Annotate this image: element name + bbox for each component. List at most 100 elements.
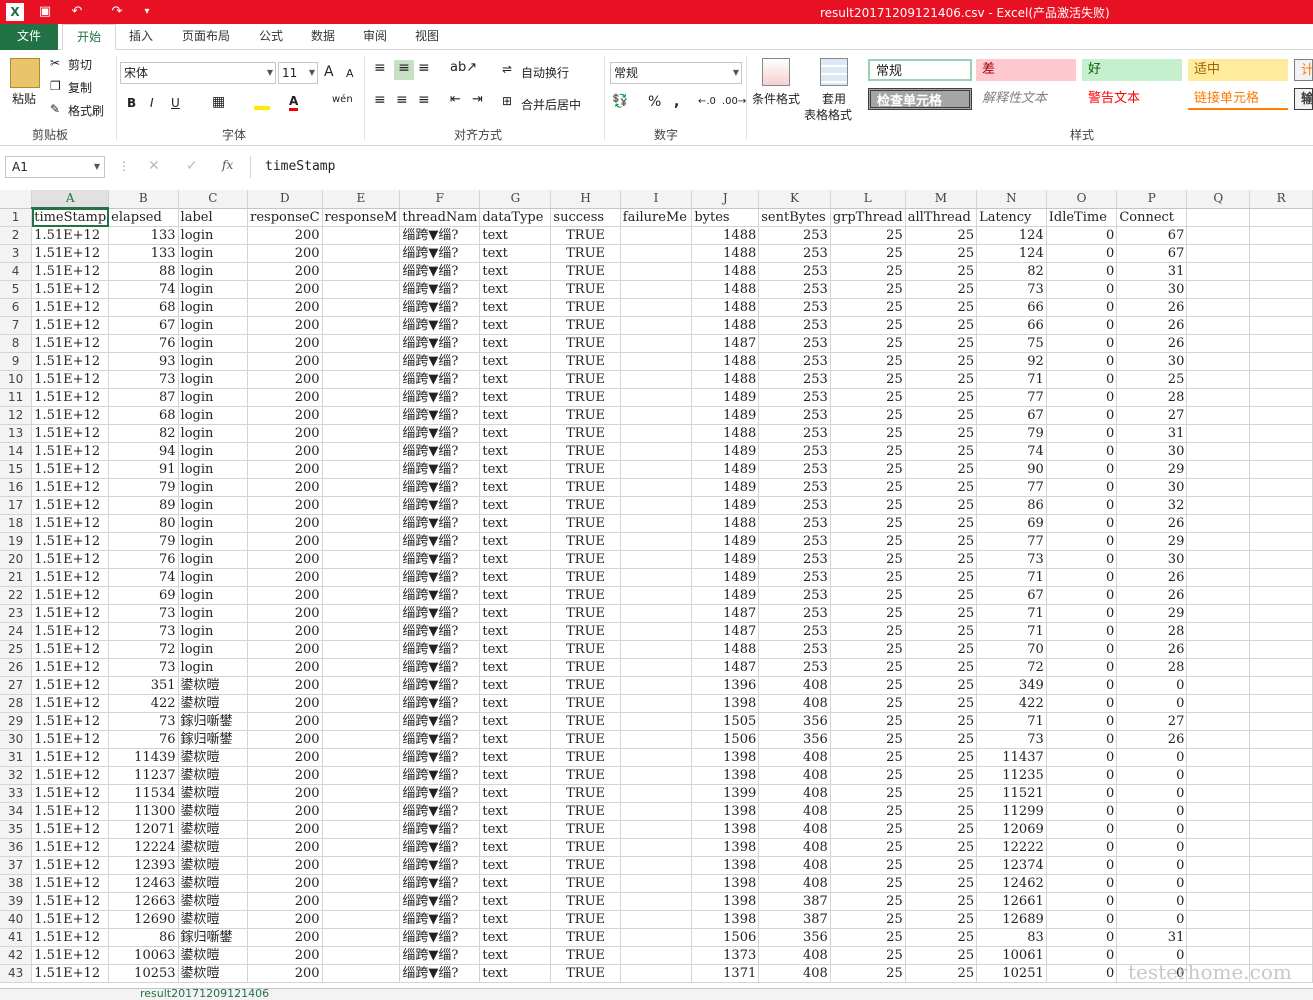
data-cell[interactable]: 253 [758,550,831,569]
row-header[interactable]: 38 [0,874,33,893]
data-cell[interactable]: 1.51E+12 [31,964,110,983]
header-cell[interactable]: dataType [479,208,552,227]
data-cell[interactable]: 73 [976,280,1047,299]
data-cell[interactable]: 1.51E+12 [31,262,110,281]
data-cell[interactable]: 253 [758,604,831,623]
data-cell[interactable]: login [178,406,249,425]
data-cell[interactable] [1186,316,1251,335]
data-cell[interactable]: 12663 [108,892,179,911]
data-cell[interactable]: 缁跨▼缁? [399,388,481,407]
data-cell[interactable]: 408 [758,946,831,965]
data-cell[interactable]: 66 [976,298,1047,317]
data-cell[interactable]: login [178,496,249,515]
data-cell[interactable]: 356 [758,730,831,749]
data-cell[interactable]: 12661 [976,892,1047,911]
data-cell[interactable]: 25 [905,964,978,983]
data-cell[interactable] [1249,928,1313,947]
data-cell[interactable]: 200 [247,298,323,317]
header-cell[interactable]: responseC [247,208,323,227]
data-cell[interactable]: 缁跨▼缁? [399,856,481,875]
data-cell[interactable] [620,406,693,425]
data-cell[interactable] [620,226,693,245]
data-cell[interactable]: 387 [758,910,831,929]
data-cell[interactable]: 200 [247,640,323,659]
data-cell[interactable]: TRUE [550,568,621,587]
data-cell[interactable]: 0 [1046,658,1118,677]
data-cell[interactable] [1186,334,1251,353]
cancel-icon[interactable]: ✕ [148,158,160,174]
data-cell[interactable]: text [479,694,552,713]
accounting-format-icon[interactable]: 💱 [612,94,628,109]
data-cell[interactable]: login [178,532,249,551]
data-cell[interactable]: 253 [758,568,831,587]
data-cell[interactable]: text [479,964,552,983]
data-cell[interactable] [322,838,401,857]
data-cell[interactable]: 12462 [976,874,1047,893]
header-cell[interactable]: Latency [976,208,1047,227]
data-cell[interactable]: 1371 [691,964,760,983]
data-cell[interactable] [1186,856,1251,875]
data-cell[interactable] [620,352,693,371]
header-cell[interactable]: responseM [322,208,401,227]
data-cell[interactable]: 0 [1046,784,1118,803]
row-header[interactable]: 20 [0,550,33,569]
data-cell[interactable]: 26 [1116,334,1188,353]
data-cell[interactable]: 67 [1116,244,1188,263]
data-cell[interactable]: text [479,946,552,965]
data-cell[interactable] [322,676,401,695]
data-cell[interactable]: text [479,478,552,497]
data-cell[interactable]: TRUE [550,442,621,461]
data-cell[interactable] [620,802,693,821]
format-as-table-icon[interactable] [820,58,848,86]
data-cell[interactable]: 74 [108,568,179,587]
data-cell[interactable] [1249,838,1313,857]
decrease-decimal-icon[interactable]: .00→ [722,96,746,107]
data-cell[interactable]: 253 [758,226,831,245]
data-cell[interactable]: 1.51E+12 [31,676,110,695]
data-cell[interactable] [322,478,401,497]
data-cell[interactable] [1186,262,1251,281]
data-cell[interactable]: text [479,280,552,299]
data-cell[interactable]: 200 [247,478,323,497]
data-cell[interactable] [1186,244,1251,263]
data-cell[interactable]: 1488 [691,352,760,371]
data-cell[interactable] [620,730,693,749]
data-cell[interactable] [1186,694,1251,713]
tab-data[interactable]: 数据 [300,24,346,50]
data-cell[interactable]: 0 [1046,532,1118,551]
data-cell[interactable]: 0 [1046,244,1118,263]
data-cell[interactable]: 1398 [691,910,760,929]
data-cell[interactable]: 253 [758,658,831,677]
data-cell[interactable]: text [479,550,552,569]
header-cell[interactable]: IdleTime [1046,208,1118,227]
data-cell[interactable]: 77 [976,388,1047,407]
data-cell[interactable]: 200 [247,424,323,443]
data-cell[interactable]: 200 [247,910,323,929]
column-header-r[interactable]: R [1249,190,1313,209]
data-cell[interactable]: text [479,730,552,749]
data-cell[interactable]: 10061 [976,946,1047,965]
data-cell[interactable]: text [479,244,552,263]
column-header-e[interactable]: E [322,190,401,209]
data-cell[interactable]: 408 [758,964,831,983]
data-cell[interactable]: 25 [830,748,906,767]
data-cell[interactable]: 0 [1046,406,1118,425]
data-cell[interactable]: 缁跨▼缁? [399,910,481,929]
data-cell[interactable]: 25 [830,334,906,353]
data-cell[interactable]: 12393 [108,856,179,875]
data-cell[interactable] [322,424,401,443]
data-cell[interactable]: 200 [247,838,323,857]
style-good[interactable]: 好 [1082,59,1182,81]
data-cell[interactable]: 25 [905,820,978,839]
row-header[interactable]: 12 [0,406,33,425]
data-cell[interactable]: login [178,262,249,281]
data-cell[interactable]: 1398 [691,892,760,911]
data-cell[interactable]: 200 [247,712,323,731]
column-header-n[interactable]: N [976,190,1047,209]
style-explanatory[interactable]: 解释性文本 [976,88,1076,110]
insert-function-button[interactable]: fx [222,158,233,172]
data-cell[interactable]: 25 [830,658,906,677]
data-cell[interactable] [1249,730,1313,749]
data-cell[interactable] [1249,514,1313,533]
percent-button[interactable]: % [648,94,661,110]
